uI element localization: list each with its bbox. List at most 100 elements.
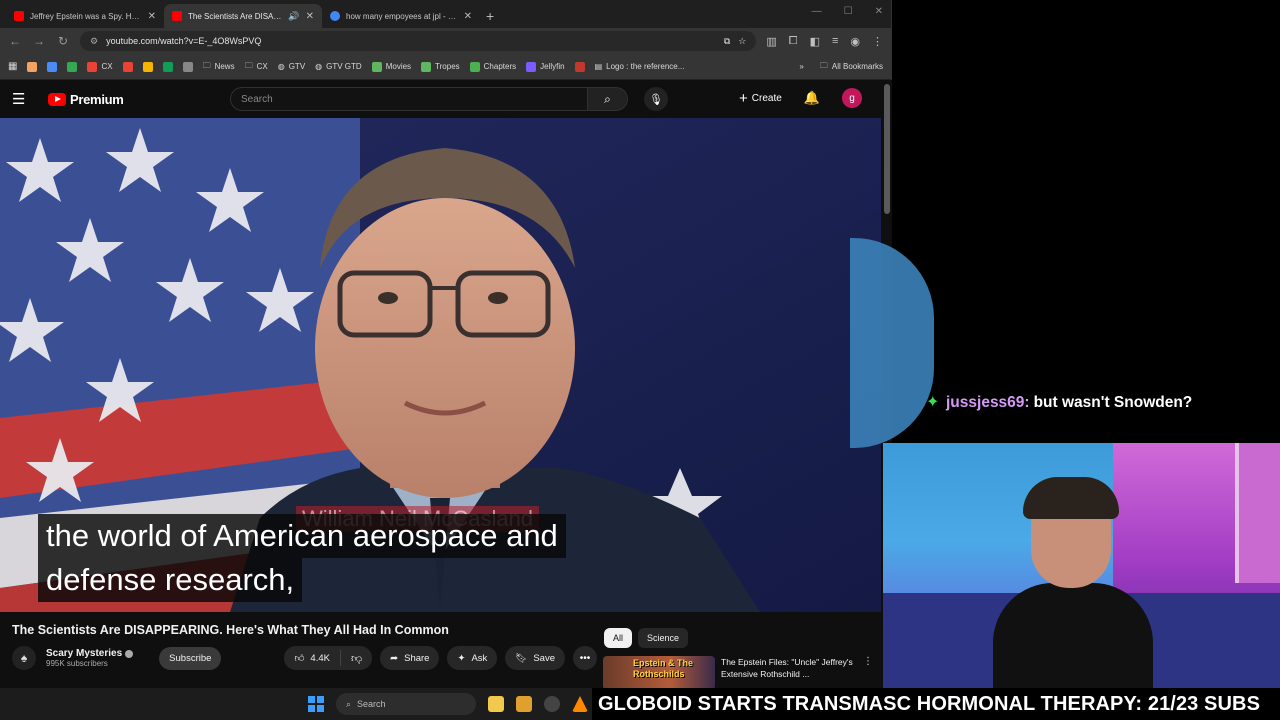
more-bookmarks-icon[interactable]: » bbox=[799, 62, 803, 71]
tab-scientists-disappearing[interactable]: The Scientists Are DISAPPEARING 🔊 ✕ bbox=[164, 4, 322, 28]
maximize-icon[interactable]: ☐ bbox=[844, 6, 853, 17]
like-button[interactable]: 👍︎ 4.4K bbox=[284, 650, 341, 666]
bookmark-item[interactable] bbox=[142, 61, 153, 72]
video-title: The Scientists Are DISAPPEARING. Here's … bbox=[12, 623, 449, 637]
share-button[interactable]: ➦ Share bbox=[380, 646, 440, 670]
more-actions-button[interactable]: ••• bbox=[573, 646, 597, 670]
recommended-video[interactable]: Epstein & The Rothschilds The Epstein Fi… bbox=[603, 656, 873, 690]
jellyfin-icon bbox=[526, 61, 537, 72]
subscribe-button[interactable]: Subscribe bbox=[159, 646, 222, 670]
youtube-premium-logo[interactable]: Premium bbox=[48, 92, 124, 107]
bookmark-icon: 🔖︎ bbox=[515, 652, 528, 664]
bookmark-star-icon[interactable]: ☆ bbox=[738, 36, 746, 47]
speaker-icon[interactable]: 🔊 bbox=[288, 11, 299, 22]
bookmark-item[interactable] bbox=[27, 61, 38, 72]
all-bookmarks-label: All Bookmarks bbox=[831, 62, 883, 71]
video-player[interactable]: William Neil McCasland the world of Amer… bbox=[0, 118, 881, 612]
folder-icon: 🗀 bbox=[202, 60, 211, 70]
account-avatar[interactable]: g bbox=[842, 88, 862, 108]
close-tab-icon[interactable]: ✕ bbox=[464, 11, 472, 22]
channel-name-row[interactable]: Scary Mysteries bbox=[46, 648, 134, 659]
recommended-title[interactable]: The Epstein Files: "Uncle" Jeffrey's Ext… bbox=[721, 656, 857, 690]
voice-search-button[interactable]: 🎙 bbox=[644, 87, 668, 111]
chip-science[interactable]: Science bbox=[638, 628, 689, 648]
tab-title: Jeffrey Epstein was a Spy. Here's bbox=[30, 11, 142, 21]
app-icon[interactable] bbox=[516, 696, 532, 712]
windows-taskbar: ⌕ Search bbox=[0, 688, 600, 720]
tab-google-search[interactable]: how many empoyees at jpl - Go ✕ bbox=[322, 4, 480, 28]
bookmark-item[interactable] bbox=[574, 61, 585, 72]
bookmark-tropes[interactable]: Tropes bbox=[421, 61, 460, 72]
reload-icon[interactable]: ↻ bbox=[56, 34, 70, 48]
apps-grid-icon[interactable]: ▦ bbox=[8, 61, 17, 72]
taskbar-search[interactable]: ⌕ Search bbox=[336, 693, 476, 715]
profile-icon[interactable]: ◉ bbox=[850, 35, 860, 48]
bookmark-gtv-gtd[interactable]: ◍ GTV GTD bbox=[315, 62, 362, 71]
bookmark-logo-reference[interactable]: ▤ Logo : the reference... bbox=[595, 62, 685, 71]
install-app-icon[interactable]: ⧉ bbox=[724, 36, 730, 47]
bookmark-item[interactable] bbox=[162, 61, 173, 72]
tab-title: how many empoyees at jpl - Go bbox=[346, 11, 458, 21]
create-button[interactable]: + Create bbox=[739, 90, 782, 107]
bookmark-movies[interactable]: Movies bbox=[371, 61, 411, 72]
search-button[interactable]: ⌕ bbox=[588, 87, 628, 111]
plus-icon: + bbox=[739, 89, 748, 107]
bookmark-item[interactable] bbox=[67, 61, 78, 72]
bookmark-item[interactable] bbox=[47, 61, 58, 72]
window-controls: — ☐ ✕ bbox=[812, 6, 883, 17]
extension-icon[interactable]: ▥ bbox=[766, 35, 776, 48]
back-icon[interactable]: ← bbox=[8, 34, 22, 48]
url-text[interactable]: youtube.com/watch?v=E-_4O8WsPVQ bbox=[106, 36, 716, 46]
file-explorer-icon[interactable] bbox=[488, 696, 504, 712]
chip-all[interactable]: All bbox=[604, 628, 633, 648]
menu-icon[interactable]: ⋮ bbox=[872, 35, 883, 48]
create-label: Create bbox=[751, 92, 782, 104]
recommended-thumbnail[interactable]: Epstein & The Rothschilds bbox=[603, 656, 715, 690]
bookmark-item[interactable]: CX bbox=[87, 61, 113, 72]
tab-epstein-spy[interactable]: Jeffrey Epstein was a Spy. Here's ✕ bbox=[6, 4, 164, 28]
new-tab-button[interactable]: + bbox=[486, 8, 494, 24]
youtube-page: ☰ Premium Search ⌕ 🎙 + Create 🔔 g the wo… bbox=[0, 80, 892, 690]
bookmarks-right: » 🗀 All Bookmarks bbox=[799, 60, 883, 74]
ask-button[interactable]: ✦ Ask bbox=[447, 646, 498, 670]
save-button[interactable]: 🔖︎ Save bbox=[505, 646, 565, 670]
channel-avatar[interactable]: ♠ bbox=[12, 646, 36, 670]
bookmark-item[interactable] bbox=[122, 61, 133, 72]
vlc-icon[interactable] bbox=[572, 696, 588, 712]
4k-app-icon[interactable] bbox=[544, 696, 560, 712]
bookmark-favicon-icon bbox=[421, 61, 432, 72]
youtube-favicon-icon bbox=[14, 11, 24, 21]
bookmark-gtv[interactable]: ◍ GTV bbox=[278, 62, 305, 71]
all-bookmarks-folder[interactable]: 🗀 All Bookmarks bbox=[820, 60, 883, 74]
stream-ticker-banner: GLOBOID STARTS TRANSMASC HORMONAL THERAP… bbox=[592, 688, 1280, 720]
minimize-icon[interactable]: — bbox=[812, 6, 822, 17]
dislike-button[interactable]: 👎︎ bbox=[341, 652, 372, 665]
bookmark-jellyfin[interactable]: Jellyfin bbox=[526, 61, 565, 72]
address-bar[interactable]: ⚙ youtube.com/watch?v=E-_4O8WsPVQ ⧉ ☆ bbox=[80, 31, 757, 51]
tab-search-icon[interactable]: ≡ bbox=[832, 35, 838, 48]
bookmark-favicon-icon bbox=[182, 61, 193, 72]
bookmark-folder-cx[interactable]: 🗀 CX bbox=[245, 60, 268, 74]
forward-icon[interactable]: → bbox=[32, 34, 46, 48]
close-tab-icon[interactable]: ✕ bbox=[148, 11, 156, 22]
hamburger-menu-icon[interactable]: ☰ bbox=[12, 90, 36, 108]
windows-start-icon[interactable] bbox=[308, 696, 324, 712]
puzzle-icon[interactable]: ⧠ bbox=[789, 35, 798, 48]
notifications-bell-icon[interactable]: 🔔 bbox=[804, 90, 820, 106]
bookmark-label: Logo : the reference... bbox=[606, 62, 685, 71]
bookmark-favicon-icon bbox=[162, 61, 173, 72]
search-input[interactable]: Search bbox=[230, 87, 588, 111]
tab-title: The Scientists Are DISAPPEARING bbox=[188, 11, 283, 21]
channel-name[interactable]: Scary Mysteries bbox=[46, 648, 122, 659]
bookmark-item[interactable] bbox=[182, 61, 193, 72]
close-window-icon[interactable]: ✕ bbox=[875, 6, 883, 17]
sidebar-icon[interactable]: ◧ bbox=[810, 35, 820, 48]
close-tab-icon[interactable]: ✕ bbox=[306, 11, 314, 22]
kebab-menu-icon[interactable]: ⋮ bbox=[863, 656, 873, 690]
bookmark-label: CX bbox=[256, 62, 268, 71]
screen: Jeffrey Epstein was a Spy. Here's ✕ The … bbox=[0, 0, 1280, 720]
site-info-icon[interactable]: ⚙ bbox=[90, 36, 98, 47]
bookmark-folder-news[interactable]: 🗀 News bbox=[203, 60, 235, 74]
bookmark-chapters[interactable]: Chapters bbox=[469, 61, 516, 72]
page-scrollbar[interactable] bbox=[884, 84, 890, 214]
